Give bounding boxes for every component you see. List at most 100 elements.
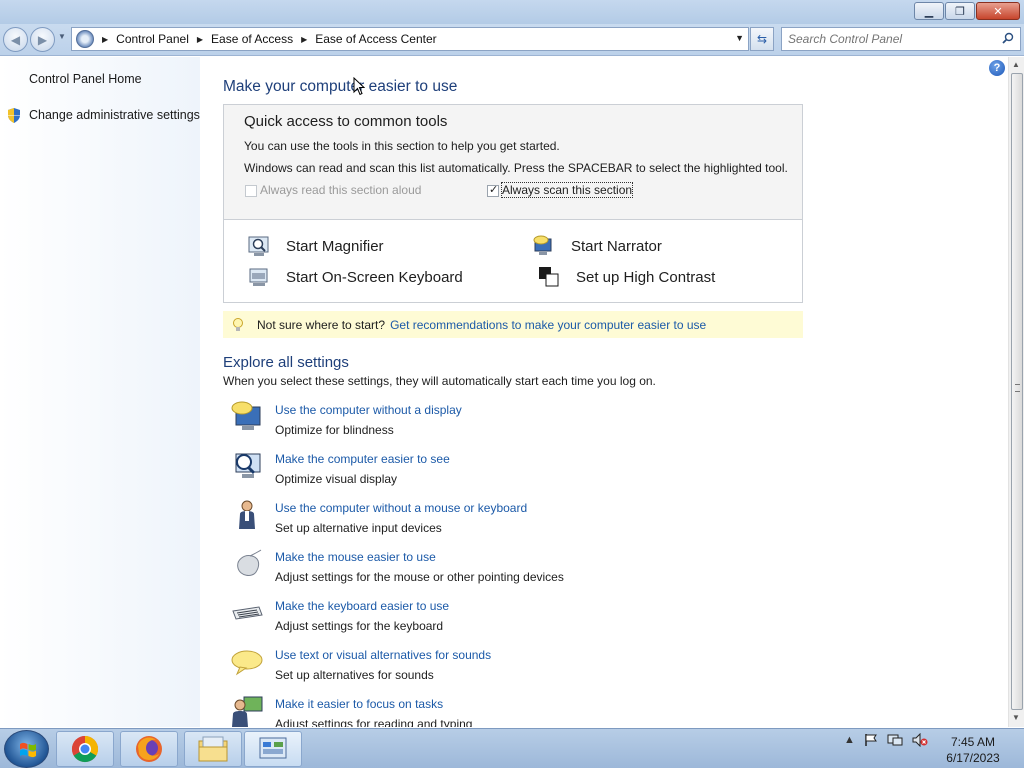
quick-access-title: Quick access to common tools xyxy=(244,113,448,130)
on-screen-keyboard-icon xyxy=(249,268,268,286)
minimize-button[interactable]: ▁ xyxy=(914,2,944,20)
refresh-button[interactable]: ⇆ xyxy=(750,27,774,51)
start-on-screen-keyboard-button[interactable]: Start On-Screen Keyboard xyxy=(248,266,463,288)
file-explorer-icon xyxy=(198,736,228,762)
search-box[interactable] xyxy=(781,27,1021,51)
network-icon[interactable] xyxy=(887,733,903,747)
scan-section-checkbox[interactable] xyxy=(487,183,499,197)
shield-icon xyxy=(8,108,20,123)
taskbar-control-panel[interactable] xyxy=(244,731,302,767)
taskbar-chrome[interactable] xyxy=(56,731,114,767)
start-button[interactable] xyxy=(4,730,49,768)
setting-focus-tasks: Make it easier to focus on tasks Adjust … xyxy=(230,695,790,727)
set-up-high-contrast-button[interactable]: Set up High Contrast xyxy=(538,266,715,288)
quick-access-header: Quick access to common tools You can use… xyxy=(224,105,802,220)
taskbar-clock[interactable]: 7:45 AM 6/17/2023 xyxy=(936,734,1010,766)
taskbar-file-explorer[interactable] xyxy=(184,731,242,767)
title-bar: ▁ ❐ ✕ xyxy=(0,0,1024,24)
person-monitor-icon xyxy=(232,696,263,727)
keyboard-icon xyxy=(232,606,263,620)
monitor-magnifier-icon xyxy=(235,453,261,478)
focus-tasks-link[interactable]: Make it easier to focus on tasks xyxy=(275,697,443,711)
scrollbar-thumb[interactable] xyxy=(1011,73,1023,710)
without-mouse-keyboard-description: Set up alternative input devices xyxy=(275,521,442,535)
setting-keyboard-easier: Make the keyboard easier to use Adjust s… xyxy=(230,597,790,642)
chrome-icon xyxy=(71,735,99,763)
chevron-right-icon[interactable]: ▶ xyxy=(102,35,108,44)
help-icon[interactable]: ? xyxy=(989,60,1005,76)
search-icon[interactable] xyxy=(1002,32,1014,44)
mouse-icon xyxy=(237,549,262,576)
person-icon xyxy=(239,500,255,529)
sound-alternatives-link[interactable]: Use text or visual alternatives for soun… xyxy=(275,648,491,662)
without-mouse-keyboard-link[interactable]: Use the computer without a mouse or keyb… xyxy=(275,501,527,515)
setting-mouse-easier: Make the mouse easier to use Adjust sett… xyxy=(230,548,790,593)
refresh-icon: ⇆ xyxy=(756,32,768,46)
scan-section-label[interactable]: Always scan this section xyxy=(500,182,634,198)
read-aloud-checkbox[interactable] xyxy=(245,185,257,197)
show-hidden-icons-icon[interactable]: ▲ xyxy=(844,734,855,746)
back-button[interactable]: ◀ xyxy=(3,27,28,52)
volume-muted-icon[interactable] xyxy=(912,733,928,747)
mouse-easier-description: Adjust settings for the mouse or other p… xyxy=(275,570,564,584)
left-pane: Control Panel Home Change administrative… xyxy=(0,57,200,727)
firefox-icon xyxy=(136,736,162,762)
explore-settings-description: When you select these settings, they wil… xyxy=(223,374,656,388)
address-bar[interactable]: ▶ Control Panel ▶ Ease of Access ▶ Ease … xyxy=(71,27,749,51)
forward-button[interactable]: ▶ xyxy=(30,27,55,52)
sound-alternatives-description: Set up alternatives for sounds xyxy=(275,668,434,682)
system-tray: ▲ xyxy=(844,733,928,747)
start-narrator-button[interactable]: Start Narrator xyxy=(533,235,662,257)
breadcrumb-control-panel[interactable]: Control Panel xyxy=(116,32,189,46)
monitor-speech-icon xyxy=(231,401,261,430)
setting-sound-alternatives: Use text or visual alternatives for soun… xyxy=(230,646,790,691)
mouse-easier-link[interactable]: Make the mouse easier to use xyxy=(275,550,436,564)
setting-easier-to-see: Make the computer easier to see Optimize… xyxy=(230,450,790,495)
start-narrator-label: Start Narrator xyxy=(571,237,662,255)
control-panel-icon xyxy=(76,30,94,48)
scroll-up-icon[interactable]: ▲ xyxy=(1012,60,1020,69)
taskbar-firefox[interactable] xyxy=(120,731,178,767)
read-aloud-label[interactable]: Always read this section aloud xyxy=(260,183,421,197)
light-bulb-icon xyxy=(233,317,243,331)
speech-bubble-icon xyxy=(231,650,263,676)
windows-logo-icon xyxy=(20,742,36,758)
control-panel-home-link[interactable]: Control Panel Home xyxy=(29,72,142,86)
vertical-scrollbar[interactable]: ▲ ▼ xyxy=(1008,57,1024,727)
start-magnifier-label: Start Magnifier xyxy=(286,237,384,255)
start-on-screen-keyboard-label: Start On-Screen Keyboard xyxy=(286,268,463,286)
search-input[interactable] xyxy=(788,32,998,46)
clock-date: 6/17/2023 xyxy=(946,751,1000,765)
taskbar: ▲ 7:45 AM 6/17/2023 xyxy=(0,728,1024,768)
setting-without-display: Use the computer without a display Optim… xyxy=(230,401,790,446)
close-button[interactable]: ✕ xyxy=(976,2,1020,20)
without-display-link[interactable]: Use the computer without a display xyxy=(275,403,462,417)
chevron-right-icon[interactable]: ▶ xyxy=(197,35,203,44)
recommendation-tip: Not sure where to start? Get recommendat… xyxy=(223,311,803,338)
flag-icon[interactable] xyxy=(864,733,878,747)
scroll-down-icon[interactable]: ▼ xyxy=(1012,713,1020,722)
address-dropdown-icon[interactable]: ▼ xyxy=(735,33,744,43)
breadcrumb-ease-of-access-center[interactable]: Ease of Access Center xyxy=(315,32,436,46)
high-contrast-icon xyxy=(539,267,559,287)
window-controls: ▁ ❐ ✕ xyxy=(914,2,1020,20)
arrow-right-icon: ▶ xyxy=(37,32,48,47)
explore-settings-heading: Explore all settings xyxy=(223,354,349,371)
start-magnifier-button[interactable]: Start Magnifier xyxy=(248,235,384,257)
magnifier-icon xyxy=(248,236,269,256)
page-title: Make your computer easier to use xyxy=(223,78,458,95)
narrator-icon xyxy=(533,235,552,255)
set-up-high-contrast-label: Set up High Contrast xyxy=(576,268,716,286)
maximize-button[interactable]: ❐ xyxy=(945,2,975,20)
quick-access-description: You can use the tools in this section to… xyxy=(244,139,560,153)
clock-time: 7:45 AM xyxy=(950,735,996,749)
recent-pages-dropdown[interactable]: ▼ xyxy=(58,32,66,41)
easier-to-see-link[interactable]: Make the computer easier to see xyxy=(275,452,450,466)
breadcrumb-ease-of-access[interactable]: Ease of Access xyxy=(211,32,293,46)
get-recommendations-link[interactable]: Get recommendations to make your compute… xyxy=(390,318,706,332)
keyboard-easier-link[interactable]: Make the keyboard easier to use xyxy=(275,599,449,613)
chevron-right-icon[interactable]: ▶ xyxy=(301,35,307,44)
focus-tasks-description: Adjust settings for reading and typing xyxy=(275,717,473,727)
mouse-cursor-icon xyxy=(353,77,365,96)
change-administrative-settings-link[interactable]: Change administrative settings xyxy=(29,108,200,122)
